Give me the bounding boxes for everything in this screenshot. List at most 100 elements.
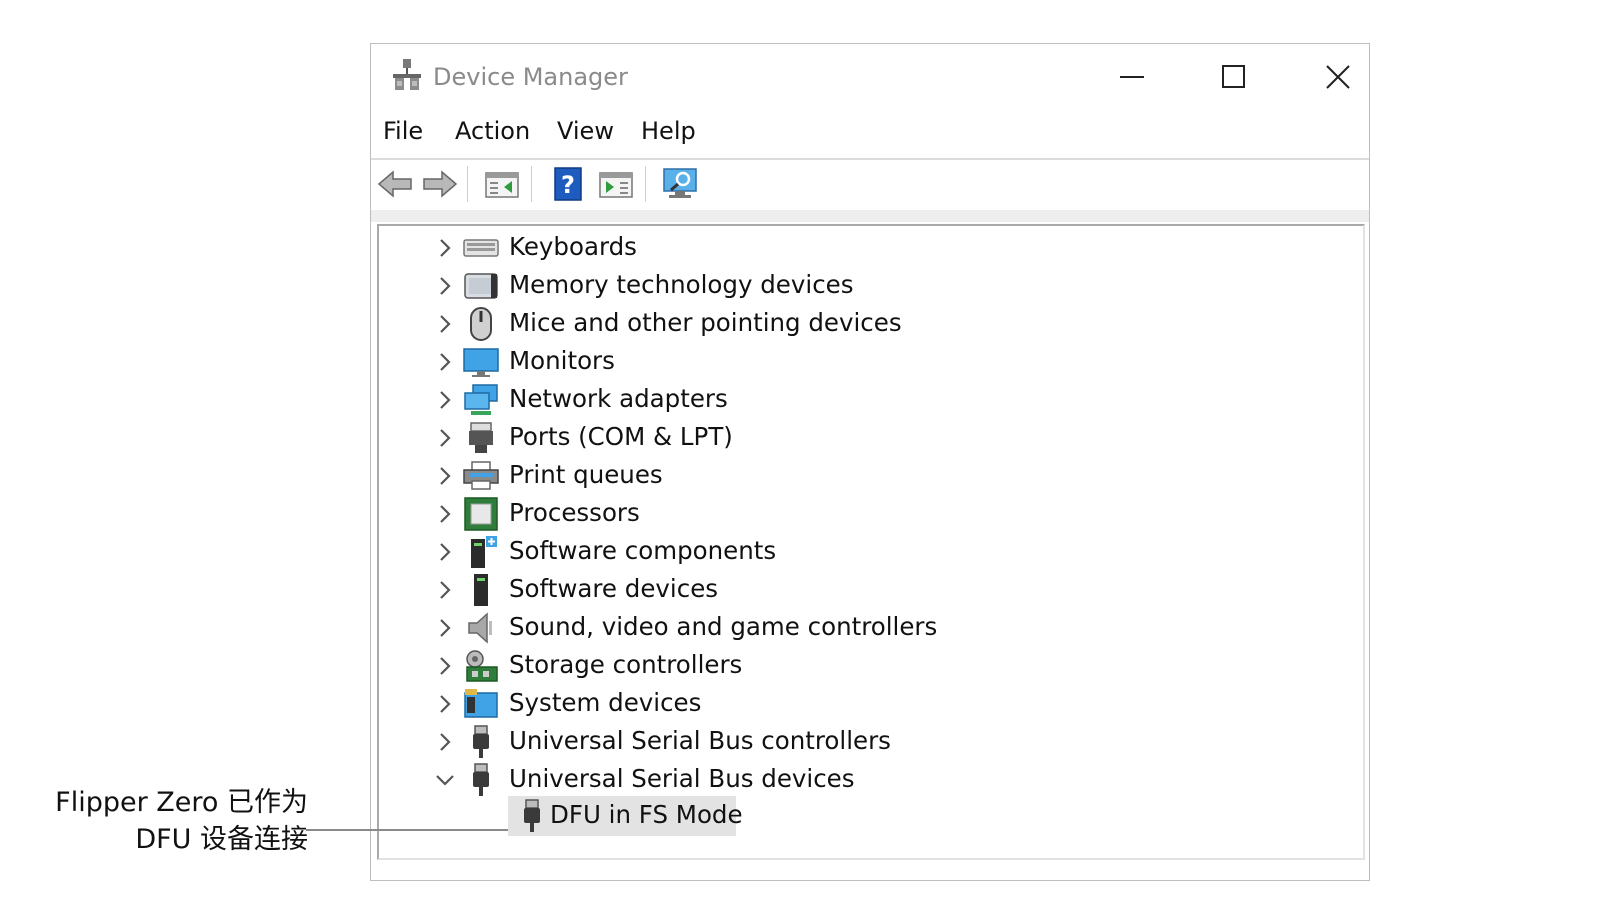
chevron-right-icon[interactable]	[434, 655, 456, 677]
tree-item-label: DFU in FS Mode	[550, 800, 743, 829]
tree-item-label: Universal Serial Bus controllers	[509, 726, 891, 755]
software-component-icon	[471, 536, 497, 568]
tree-item-label: Ports (COM & LPT)	[509, 422, 733, 451]
minimize-button[interactable]	[1109, 54, 1155, 100]
update-driver-button[interactable]	[595, 164, 637, 204]
maximize-icon	[1222, 65, 1245, 88]
tree-item-label: Print queues	[509, 460, 663, 489]
callout-leader-line	[306, 829, 508, 831]
close-button[interactable]	[1315, 54, 1361, 100]
back-button[interactable]	[374, 164, 416, 204]
menu-bar: File Action View Help	[371, 108, 1369, 156]
tree-item-label: Mice and other pointing devices	[509, 308, 902, 337]
usb-icon	[524, 799, 540, 832]
software-device-icon	[474, 574, 488, 606]
toolbar: ?	[371, 160, 1369, 210]
tree-item-memory-technology-devices[interactable]: Memory technology devices	[379, 267, 1359, 305]
chevron-right-icon[interactable]	[434, 465, 456, 487]
forward-arrow-icon	[423, 170, 458, 198]
storage-controller-icon	[466, 650, 498, 682]
scan-hardware-button[interactable]	[659, 164, 701, 204]
properties-icon	[485, 172, 519, 198]
port-icon	[469, 422, 493, 453]
monitor-icon	[463, 348, 499, 377]
tree-item-label: Keyboards	[509, 232, 637, 261]
tree-item-network-adapters[interactable]: Network adapters	[379, 381, 1359, 419]
chevron-right-icon[interactable]	[434, 389, 456, 411]
device-manager-window: Device Manager File Action View Help ? K…	[370, 43, 1370, 881]
help-icon: ?	[554, 167, 582, 201]
back-arrow-icon	[377, 170, 412, 198]
tree-item-monitors[interactable]: Monitors	[379, 343, 1359, 381]
keyboard-icon	[463, 239, 499, 257]
usb-icon	[473, 725, 489, 758]
tree-item-label: Monitors	[509, 346, 615, 375]
tree-item-label: Software components	[509, 536, 777, 565]
tree-item-software-components[interactable]: Software components	[379, 533, 1359, 571]
tree-item-universal-serial-bus-controllers[interactable]: Universal Serial Bus controllers	[379, 723, 1359, 761]
window-title: Device Manager	[433, 63, 628, 91]
chevron-right-icon[interactable]	[434, 275, 456, 297]
network-adapter-icon	[464, 384, 498, 415]
toolbar-separator	[467, 166, 468, 202]
maximize-button[interactable]	[1211, 54, 1257, 100]
device-manager-app-icon	[393, 59, 421, 90]
memory-device-icon	[464, 273, 498, 299]
chevron-right-icon[interactable]	[434, 427, 456, 449]
tree-item-processors[interactable]: Processors	[379, 495, 1359, 533]
toolbar-separator	[645, 166, 646, 202]
callout-line-1: Flipper Zero 已作为	[55, 787, 308, 818]
tree-item-mice-and-other-pointing-devices[interactable]: Mice and other pointing devices	[379, 305, 1359, 343]
tree-item-label: Storage controllers	[509, 650, 743, 679]
usb-icon	[473, 763, 489, 796]
scan-hardware-icon	[663, 168, 697, 198]
tree-item-ports-com-lpt[interactable]: Ports (COM & LPT)	[379, 419, 1359, 457]
chevron-right-icon[interactable]	[434, 731, 456, 753]
chevron-right-icon[interactable]	[434, 503, 456, 525]
properties-button[interactable]	[481, 164, 523, 204]
tree-item-keyboards[interactable]: Keyboards	[379, 229, 1359, 267]
toolbar-divider	[371, 210, 1369, 222]
speaker-icon	[468, 612, 492, 644]
tree-item-dfu-in-fs-mode[interactable]: DFU in FS Mode	[508, 796, 743, 836]
update-driver-icon	[599, 172, 633, 198]
menu-action[interactable]: Action	[455, 117, 530, 145]
tree-item-software-devices[interactable]: Software devices	[379, 571, 1359, 609]
device-tree[interactable]: Keyboards Memory technology devices Mice…	[377, 224, 1365, 860]
menu-view[interactable]: View	[557, 117, 614, 145]
close-icon	[1326, 65, 1350, 89]
tree-item-label: Universal Serial Bus devices	[509, 764, 855, 793]
tree-item-label: Software devices	[509, 574, 719, 603]
processor-icon	[464, 497, 498, 531]
callout-annotation: Flipper Zero 已作为 DFU 设备连接	[40, 784, 308, 858]
tree-item-system-devices[interactable]: System devices	[379, 685, 1359, 723]
tree-item-label: System devices	[509, 688, 702, 717]
callout-line-2: DFU 设备连接	[135, 824, 308, 855]
tree-item-universal-serial-bus-devices[interactable]: Universal Serial Bus devices	[379, 761, 1359, 799]
menu-help[interactable]: Help	[641, 117, 696, 145]
chevron-right-icon[interactable]	[434, 541, 456, 563]
chevron-right-icon[interactable]	[434, 351, 456, 373]
menu-file[interactable]: File	[383, 117, 423, 145]
tree-item-label: Memory technology devices	[509, 270, 854, 299]
chevron-right-icon[interactable]	[434, 693, 456, 715]
tree-item-storage-controllers[interactable]: Storage controllers	[379, 647, 1359, 685]
tree-item-label: Sound, video and game controllers	[509, 612, 938, 641]
title-bar[interactable]: Device Manager	[371, 44, 1369, 106]
chevron-down-icon[interactable]	[434, 769, 456, 791]
chevron-right-icon[interactable]	[434, 313, 456, 335]
tree-item-label: Network adapters	[509, 384, 728, 413]
system-device-icon	[464, 689, 498, 718]
tree-item-label: Processors	[509, 498, 640, 527]
minimize-icon	[1120, 76, 1144, 78]
chevron-right-icon[interactable]	[434, 617, 456, 639]
chevron-right-icon[interactable]	[434, 579, 456, 601]
printer-icon	[463, 461, 499, 490]
toolbar-separator	[531, 166, 532, 202]
tree-item-print-queues[interactable]: Print queues	[379, 457, 1359, 495]
tree-item-sound-video-and-game-controllers[interactable]: Sound, video and game controllers	[379, 609, 1359, 647]
help-button[interactable]: ?	[547, 164, 589, 204]
mouse-icon	[470, 307, 492, 341]
chevron-right-icon[interactable]	[434, 237, 456, 259]
forward-button[interactable]	[419, 164, 461, 204]
